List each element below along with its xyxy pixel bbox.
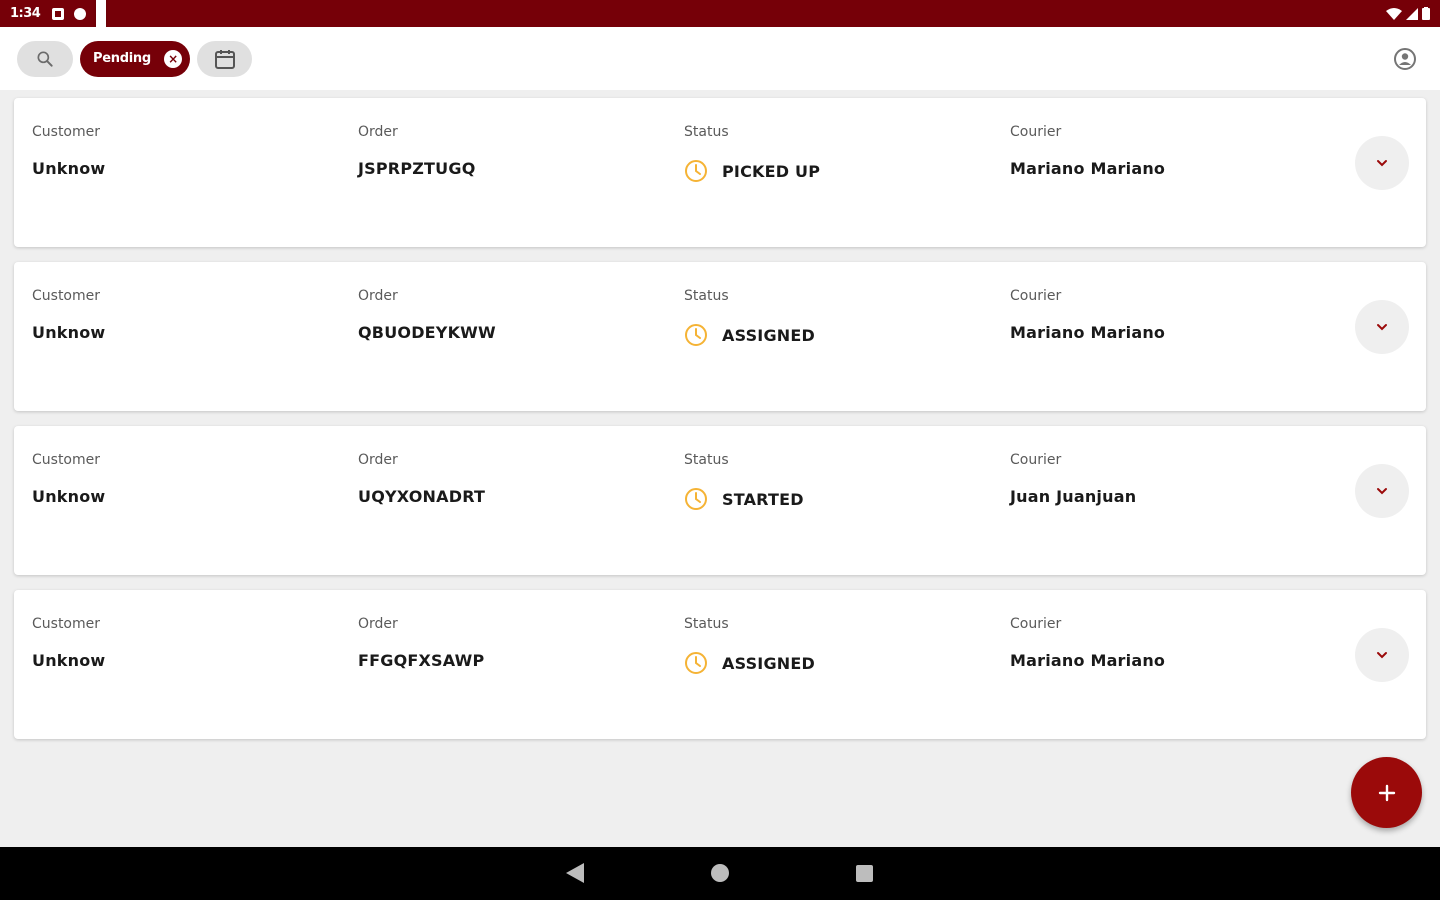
system-status-bar: 1:34 bbox=[0, 0, 1440, 81]
status-label: Status bbox=[684, 288, 729, 304]
date-filter-button[interactable] bbox=[197, 40, 252, 77]
add-order-fab[interactable] bbox=[1351, 757, 1422, 828]
customer-label: Customer bbox=[32, 616, 101, 632]
status-label: Status bbox=[684, 616, 729, 632]
order-card[interactable]: Customer Unknow Order QBUODEYKWW Status … bbox=[14, 262, 1426, 411]
status-column: Status PICKED UP bbox=[684, 124, 820, 183]
customer-label: Customer bbox=[32, 124, 101, 140]
customer-value: Unknow bbox=[32, 159, 106, 178]
clock-icon bbox=[685, 324, 707, 346]
customer-column: Customer Unknow bbox=[32, 288, 105, 342]
order-card[interactable]: Customer Unknow Order JSPRPZTUGQ Status … bbox=[14, 98, 1426, 247]
customer-label: Customer bbox=[32, 288, 101, 304]
order-column: Order UQYXONADRT bbox=[358, 452, 485, 506]
status-time: 1:34 bbox=[10, 6, 41, 21]
chevron-down-icon bbox=[1377, 324, 1387, 331]
order-column: Order QBUODEYKWW bbox=[358, 288, 496, 342]
clock-icon bbox=[685, 160, 707, 182]
expand-button[interactable] bbox=[1355, 300, 1409, 354]
chevron-down-icon bbox=[1377, 488, 1387, 495]
courier-value: Mariano Mariano bbox=[1010, 159, 1166, 178]
order-id: QBUODEYKWW bbox=[358, 323, 496, 342]
order-label: Order bbox=[358, 288, 398, 304]
order-column: Order JSPRPZTUGQ bbox=[358, 124, 476, 178]
system-navigation-bar bbox=[0, 847, 1440, 900]
status-column: Status STARTED bbox=[684, 452, 804, 511]
home-icon[interactable] bbox=[711, 864, 729, 882]
search-icon bbox=[37, 51, 53, 67]
customer-column: Customer Unknow bbox=[32, 452, 105, 506]
top-app-bar: Pending × bbox=[0, 27, 1440, 90]
courier-label: Courier bbox=[1010, 124, 1062, 140]
courier-column: Courier Mariano Mariano bbox=[1010, 616, 1165, 670]
courier-value: Juan Juanjuan bbox=[1010, 487, 1137, 506]
status-label: Status bbox=[684, 124, 729, 140]
back-icon[interactable] bbox=[566, 863, 584, 883]
customer-value: Unknow bbox=[32, 323, 106, 342]
order-id: UQYXONADRT bbox=[358, 487, 486, 506]
order-card[interactable]: Customer Unknow Order UQYXONADRT Status … bbox=[14, 426, 1426, 575]
clock-icon bbox=[685, 652, 707, 674]
customer-column: Customer Unknow bbox=[32, 124, 105, 178]
expand-button[interactable] bbox=[1355, 628, 1409, 682]
customer-label: Customer bbox=[32, 452, 101, 468]
courier-column: Courier Juan Juanjuan bbox=[1010, 452, 1136, 506]
order-label: Order bbox=[358, 124, 398, 140]
pending-filter-chip[interactable]: Pending × bbox=[80, 40, 190, 77]
order-column: Order FFGQFXSAWP bbox=[358, 616, 484, 670]
order-id: JSPRPZTUGQ bbox=[358, 159, 476, 178]
recent-apps-icon[interactable] bbox=[856, 865, 873, 882]
app-notification-icon bbox=[74, 7, 87, 20]
search-button[interactable] bbox=[17, 40, 73, 77]
signal-icon bbox=[1406, 7, 1418, 20]
order-card[interactable]: Customer Unknow Order FFGQFXSAWP Status … bbox=[14, 590, 1426, 739]
expand-button[interactable] bbox=[1355, 464, 1409, 518]
status-column: Status ASSIGNED bbox=[684, 616, 815, 675]
customer-column: Customer Unknow bbox=[32, 616, 105, 670]
courier-label: Courier bbox=[1010, 452, 1062, 468]
order-label: Order bbox=[358, 616, 398, 632]
courier-column: Courier Mariano Mariano bbox=[1010, 288, 1165, 342]
calendar-icon bbox=[214, 49, 235, 69]
plus-icon bbox=[1378, 784, 1395, 801]
status-label: Status bbox=[684, 452, 729, 468]
courier-column: Courier Mariano Mariano bbox=[1010, 124, 1165, 178]
order-id: FFGQFXSAWP bbox=[358, 651, 485, 670]
status-value: ASSIGNED bbox=[722, 653, 815, 673]
status-value: STARTED bbox=[722, 489, 804, 509]
status-column: Status ASSIGNED bbox=[684, 288, 815, 347]
account-circle-icon[interactable] bbox=[1393, 47, 1417, 71]
clear-filter-icon[interactable]: × bbox=[164, 49, 182, 68]
expand-button[interactable] bbox=[1355, 136, 1409, 190]
chevron-down-icon bbox=[1377, 160, 1387, 167]
clock-icon bbox=[685, 488, 707, 510]
courier-label: Courier bbox=[1010, 288, 1062, 304]
notification-icon bbox=[52, 7, 65, 20]
customer-value: Unknow bbox=[32, 651, 106, 670]
status-value: PICKED UP bbox=[722, 161, 821, 181]
orders-list: Customer Unknow Order JSPRPZTUGQ Status … bbox=[14, 98, 1426, 754]
chevron-down-icon bbox=[1377, 652, 1387, 659]
wifi-icon bbox=[1386, 7, 1402, 20]
courier-label: Courier bbox=[1010, 616, 1062, 632]
battery-icon bbox=[1422, 7, 1430, 20]
order-label: Order bbox=[358, 452, 398, 468]
pending-chip-label: Pending bbox=[93, 51, 151, 66]
status-value: ASSIGNED bbox=[722, 325, 815, 345]
courier-value: Mariano Mariano bbox=[1010, 651, 1166, 670]
customer-value: Unknow bbox=[32, 487, 106, 506]
courier-value: Mariano Mariano bbox=[1010, 323, 1166, 342]
